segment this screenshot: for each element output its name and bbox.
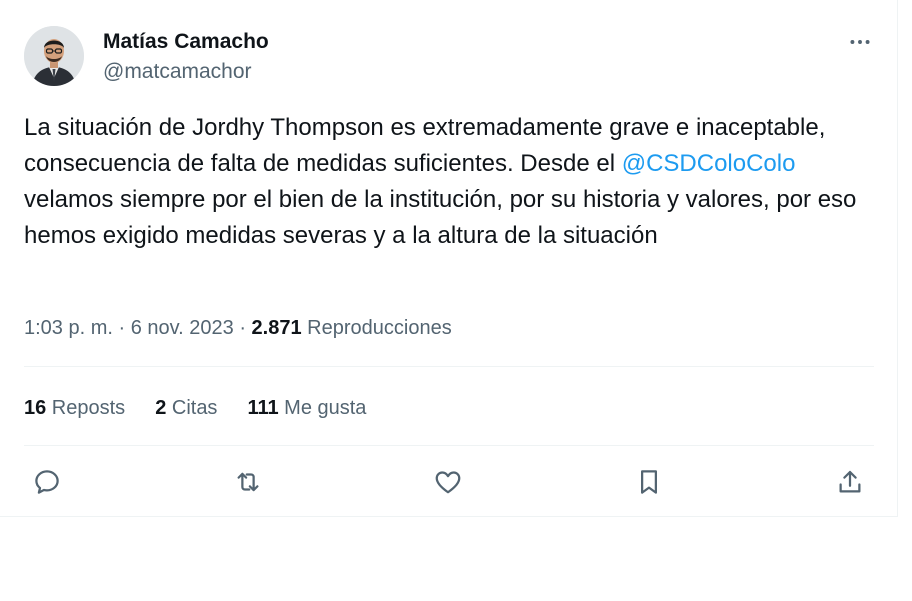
reply-icon [35, 470, 59, 494]
views-count: 2.871 [251, 317, 302, 339]
like-button[interactable] [428, 462, 468, 502]
heart-icon [435, 471, 461, 494]
likes-count: 111 [247, 397, 279, 419]
action-bar [0, 462, 898, 502]
bookmark-icon [641, 470, 657, 494]
reposts-label: Reposts [46, 397, 126, 419]
tweet-card: Matías Camacho @matcamachor La situación… [0, 0, 898, 517]
mention-link[interactable]: @CSDColoColo [622, 150, 796, 177]
engagement-stats: 16 Reposts 2 Citas 111 Me gusta [24, 394, 366, 422]
views-label: Reproducciones [301, 317, 452, 339]
share-button[interactable] [830, 462, 870, 502]
author-name[interactable]: Matías Camacho [103, 28, 269, 56]
divider [24, 445, 874, 446]
quotes-stat[interactable]: 2 Citas [155, 394, 217, 422]
tweet-meta: 1:03 p. m. · 6 nov. 2023 · 2.871 Reprodu… [24, 314, 452, 342]
meta-separator: · [112, 317, 131, 339]
more-options-button[interactable] [842, 28, 878, 56]
reply-button[interactable] [27, 462, 67, 502]
likes-label: Me gusta [278, 397, 367, 419]
author-handle[interactable]: @matcamachor [103, 58, 252, 86]
more-horizontal-icon [850, 40, 870, 44]
tweet-text: La situación de Jordhy Thompson es extre… [24, 110, 884, 254]
likes-stat[interactable]: 111 Me gusta [247, 394, 366, 422]
tweet-date[interactable]: 6 nov. 2023 [131, 317, 234, 339]
quotes-count: 2 [155, 397, 167, 419]
divider [24, 366, 874, 367]
tweet-text-after: velamos siempre por el bien de la instit… [24, 186, 857, 249]
avatar[interactable] [24, 26, 84, 86]
tweet-time[interactable]: 1:03 p. m. [24, 317, 113, 339]
repost-icon [237, 472, 259, 492]
reposts-count: 16 [24, 397, 47, 419]
bookmark-button[interactable] [629, 462, 669, 502]
reposts-stat[interactable]: 16 Reposts [24, 394, 125, 422]
avatar-image [24, 26, 84, 86]
repost-button[interactable] [228, 462, 268, 502]
meta-separator: · [233, 317, 252, 339]
quotes-label: Citas [166, 397, 218, 419]
share-icon [839, 470, 861, 493]
